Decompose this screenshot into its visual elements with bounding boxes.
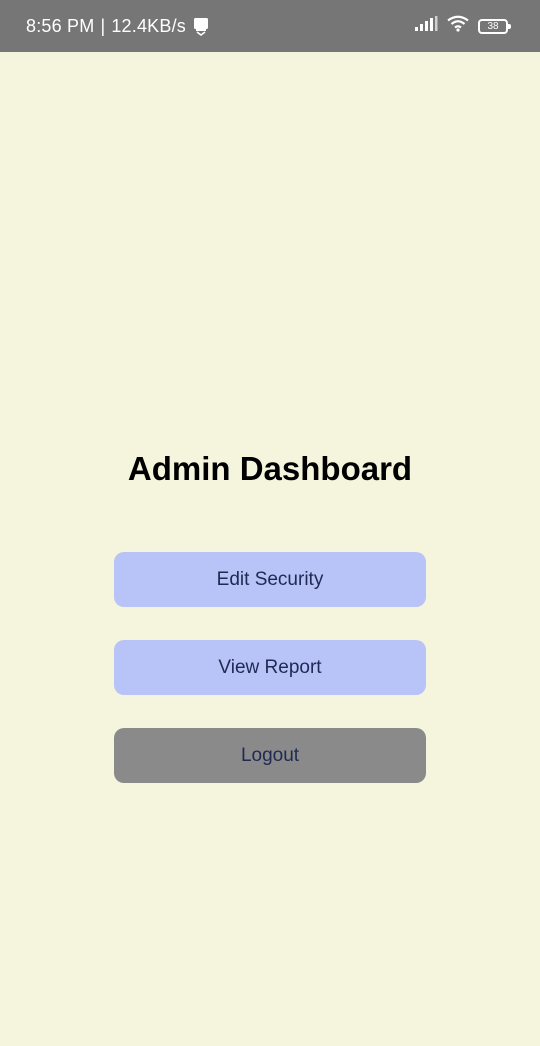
status-separator: | — [100, 15, 106, 36]
logout-button[interactable]: Logout — [114, 728, 426, 783]
status-left: 8:56 PM | 12.4KB/s — [26, 16, 210, 37]
battery-level: 38 — [487, 20, 499, 32]
network-speed: 12.4KB/s — [111, 15, 186, 36]
status-time: 8:56 PM — [26, 15, 95, 36]
signal-icon — [414, 15, 438, 37]
battery-icon: 38 — [478, 18, 511, 34]
upload-icon — [192, 16, 210, 36]
status-right: 38 — [414, 15, 512, 37]
status-bar: 8:56 PM | 12.4KB/s 38 — [0, 0, 540, 52]
page-title: Admin Dashboard — [127, 450, 413, 487]
view-report-button[interactable]: View Report — [114, 640, 426, 695]
wifi-icon — [447, 15, 469, 37]
edit-security-button[interactable]: Edit Security — [114, 552, 426, 607]
